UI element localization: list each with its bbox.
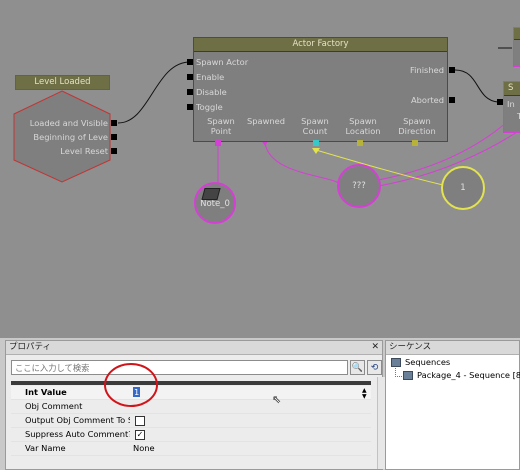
int-variable[interactable]: 1: [441, 166, 485, 210]
var-spawn-count: Spawn Count: [301, 116, 329, 136]
pin-level-reset[interactable]: [111, 148, 117, 154]
partial-node-in: In: [507, 99, 515, 109]
pin-spawn-direction[interactable]: [412, 140, 418, 146]
prop-row-output-comment[interactable]: Output Obj Comment To S: [11, 414, 371, 428]
clear-search-icon[interactable]: ⟲: [367, 360, 382, 375]
actor-factory-title: Actor Factory: [194, 38, 447, 52]
pin-spawn-location[interactable]: [357, 140, 363, 146]
partial-node-right-title: S: [504, 82, 520, 96]
prop-row-obj-comment[interactable]: Obj Comment: [11, 400, 371, 414]
mouse-cursor-icon: ⇖: [272, 393, 282, 406]
prop-value-int-value[interactable]: 1: [133, 386, 371, 399]
prop-name-suppress-comment: Suppress Auto Comment?: [25, 429, 130, 439]
properties-panel: プロパティ ✕ 🔍 ⟲ Int Value 1 Obj Comment Outp…: [5, 340, 385, 470]
int-variable-label: 1: [460, 183, 466, 193]
pin-toggle[interactable]: [187, 104, 193, 110]
sequence-title: シーケンス: [389, 342, 432, 352]
var-spawn-point: Spawn Point: [207, 116, 235, 136]
highlight-circle: [104, 363, 158, 407]
wire-spawned-to-var: [264, 142, 341, 185]
output-finished: Finished: [410, 65, 444, 75]
prop-row-int-value[interactable]: Int Value 1: [11, 386, 371, 400]
partial-node-top-right[interactable]: [513, 27, 520, 67]
properties-search-input[interactable]: [11, 360, 348, 375]
tree-label-package: Package_4 - Sequence [8]: [417, 370, 520, 380]
input-spawn-actor: Spawn Actor: [196, 57, 249, 67]
properties-header: プロパティ ✕: [6, 341, 382, 355]
spinner-down-icon[interactable]: ▼: [362, 394, 367, 400]
prop-name-var-name: Var Name: [25, 443, 66, 453]
pin-aborted[interactable]: [449, 97, 455, 103]
pin-spawn-count[interactable]: [313, 140, 319, 146]
input-enable: Enable: [196, 72, 225, 82]
tree-label-sequences: Sequences: [405, 357, 451, 367]
pin-right-in[interactable]: [497, 99, 503, 105]
category-divider: [11, 381, 371, 385]
output-comment-checkbox[interactable]: [135, 415, 145, 426]
pin-disable[interactable]: [187, 89, 193, 95]
prop-row-var-name[interactable]: Var Name None: [11, 442, 371, 456]
output-level-reset: Level Reset: [60, 146, 108, 156]
output-aborted: Aborted: [410, 95, 444, 105]
prop-row-suppress-comment[interactable]: Suppress Auto Comment? ✓: [11, 428, 371, 442]
output-loaded-visible: Loaded and Visible: [29, 118, 108, 128]
sequence-header: シーケンス: [386, 341, 519, 355]
partial-node-top-title: [514, 28, 520, 40]
wire-finished-to-right: [454, 69, 499, 103]
input-toggle: Toggle: [196, 102, 223, 112]
properties-scrollbar[interactable]: [377, 377, 385, 469]
partial-node-right[interactable]: S In T: [503, 81, 520, 133]
var-spawn-location: Spawn Location: [345, 116, 381, 136]
input-disable: Disable: [196, 87, 227, 97]
wire-loaded-to-spawn: [117, 61, 191, 124]
properties-table: Int Value 1 Obj Comment Output Obj Comme…: [11, 386, 371, 456]
sequence-panel: シーケンス Sequences Package_4 - Sequence [8]: [385, 340, 520, 470]
unknown-object-variable[interactable]: ???: [337, 164, 381, 208]
pin-spawn-point[interactable]: [215, 140, 221, 146]
actor-factory-node[interactable]: Actor Factory Spawn Actor Enable Disable…: [193, 37, 448, 142]
pin-enable[interactable]: [187, 74, 193, 80]
tree-item-package[interactable]: Package_4 - Sequence [8]: [403, 370, 520, 381]
tree-item-sequences[interactable]: Sequences: [391, 357, 450, 368]
suppress-comment-checkbox[interactable]: ✓: [135, 429, 145, 440]
pin-beginning[interactable]: [111, 134, 117, 140]
kismet-canvas[interactable]: Level Loaded Loaded and Visible Beginnin…: [0, 0, 520, 338]
prop-value-output-comment[interactable]: [133, 414, 371, 427]
properties-title: プロパティ: [9, 342, 51, 352]
tree-connector: [395, 368, 402, 377]
package-sequence-icon: [403, 371, 413, 380]
note-icon: [201, 188, 221, 200]
prop-value-suppress-comment[interactable]: ✓: [133, 428, 371, 441]
pin-finished[interactable]: [449, 67, 455, 73]
sequences-icon: [391, 358, 401, 367]
pin-spawn-actor[interactable]: [187, 59, 193, 65]
prop-value-var-name[interactable]: None: [133, 442, 371, 455]
note-label: Note_0: [200, 199, 230, 209]
var-spawned: Spawned: [246, 116, 286, 126]
properties-close-button[interactable]: ✕: [371, 341, 379, 354]
prop-name-output-comment: Output Obj Comment To S: [25, 415, 130, 425]
var-spawn-direction: Spawn Direction: [398, 116, 436, 136]
output-beginning: Beginning of Leve: [33, 132, 108, 142]
level-loaded-title[interactable]: Level Loaded: [15, 75, 110, 90]
pin-loaded-visible[interactable]: [111, 120, 117, 126]
properties-search: 🔍 ⟲: [11, 360, 382, 377]
search-icon[interactable]: 🔍: [350, 360, 365, 375]
unknown-variable-label: ???: [352, 181, 366, 191]
